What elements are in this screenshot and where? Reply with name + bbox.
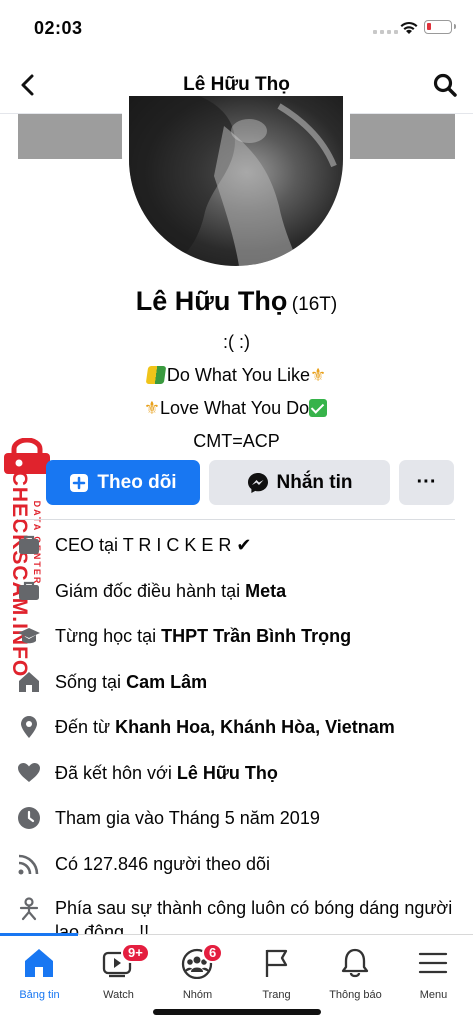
watch-badge: 9+	[121, 943, 150, 963]
divider	[18, 519, 455, 520]
active-tab-indicator	[0, 933, 78, 936]
wifi-icon	[400, 21, 418, 34]
heart-icon	[18, 763, 40, 782]
flag-icon	[265, 949, 288, 977]
bio-line: :( :)	[223, 332, 250, 352]
briefcase-icon	[19, 581, 39, 600]
status-time: 02:03	[34, 18, 83, 38]
beginner-badge-icon	[145, 366, 167, 384]
signal-icon	[373, 30, 398, 34]
info-work-ceo[interactable]: CEO tại T R I C K E R ✔	[0, 524, 473, 566]
tab-menu[interactable]: Menu	[394, 943, 473, 1005]
hamburger-icon	[418, 952, 448, 974]
profile-bio: :( :) Do What You Like⚜ ⚜Love What You D…	[0, 326, 473, 458]
trident-icon: ⚜	[309, 365, 327, 385]
location-pin-icon	[21, 716, 37, 738]
tab-watch[interactable]: 9+ Watch	[79, 943, 158, 1005]
bio-line: CMT=ACP	[193, 431, 280, 451]
tab-home[interactable]: Bảng tin	[0, 943, 79, 1005]
profile-avatar[interactable]	[129, 96, 343, 266]
info-lives-in[interactable]: Sống tại Cam Lâm	[0, 661, 473, 703]
search-icon[interactable]	[432, 72, 458, 98]
profile-name: Lê Hữu Thọ	[135, 286, 288, 316]
fleur-de-lis-icon: ⚜	[143, 398, 161, 418]
person-icon	[19, 897, 39, 921]
home-indicator	[153, 1009, 321, 1015]
bio-line: Do What You Like⚜	[0, 359, 473, 392]
add-icon	[69, 473, 89, 493]
profile-tag: (16T)	[291, 294, 338, 315]
info-quote: Phía sau sự thành công luôn có bóng dáng…	[0, 888, 473, 942]
more-options-button[interactable]: ···	[399, 460, 454, 505]
bio-line: ⚜Love What You Do	[0, 392, 473, 425]
tab-notifications[interactable]: Thông báo	[316, 943, 395, 1005]
tab-groups[interactable]: 6 Nhóm	[158, 943, 237, 1005]
info-work-meta[interactable]: Giám đốc điều hành tại Meta	[0, 570, 473, 612]
info-relationship[interactable]: Đã kết hôn với Lê Hữu Thọ	[0, 752, 473, 794]
check-mark-icon	[309, 399, 328, 417]
graduation-cap-icon	[18, 628, 40, 644]
info-education[interactable]: Từng học tại THPT Trần Bình Trọng	[0, 615, 473, 657]
groups-badge: 6	[202, 943, 224, 963]
bell-icon	[341, 948, 369, 978]
status-bar: 02:03	[0, 0, 473, 56]
clock-icon	[18, 807, 40, 829]
battery-icon	[424, 20, 456, 34]
rss-icon	[18, 854, 39, 875]
briefcase-icon	[19, 535, 39, 554]
follow-button[interactable]: Theo dõi	[46, 460, 200, 505]
message-button[interactable]: Nhắn tin	[209, 460, 390, 505]
home-icon	[25, 949, 53, 977]
tab-pages[interactable]: Trang	[237, 943, 316, 1005]
info-hometown[interactable]: Đến từ Khanh Hoa, Khánh Hòa, Vietnam	[0, 706, 473, 748]
page-title: Lê Hữu Thọ	[183, 74, 290, 95]
profile-name-line: Lê Hữu Thọ (16T)	[0, 286, 473, 317]
messenger-icon	[247, 472, 269, 494]
info-joined: Tham gia vào Tháng 5 năm 2019	[0, 797, 473, 839]
info-followers[interactable]: Có 127.846 người theo dõi	[0, 843, 473, 885]
home-icon	[19, 672, 39, 692]
